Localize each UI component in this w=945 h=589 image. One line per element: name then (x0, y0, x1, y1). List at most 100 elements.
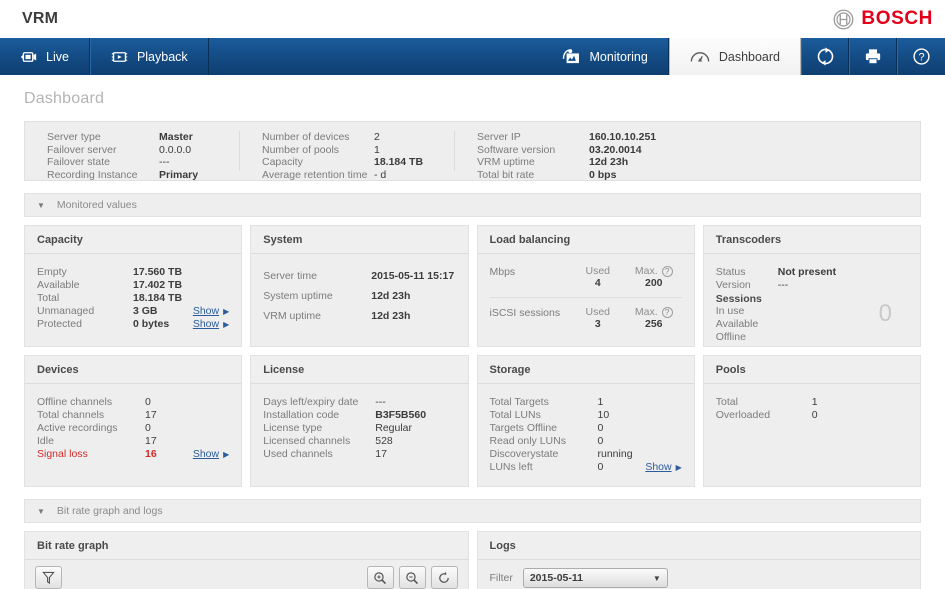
show-luns-left-link[interactable]: Show ▶ (645, 461, 681, 474)
summary-key: Server IP (477, 131, 521, 143)
license-row-used-channels: Used channels 17 (263, 448, 455, 461)
arrow-right-icon: ▶ (223, 320, 230, 329)
section-header-bitrate-and-logs[interactable]: ▼ Bit rate graph and logs (24, 499, 921, 523)
card-body: Offline channels 0 Total channels 17 Act… (25, 384, 241, 486)
card-title: Devices (25, 356, 242, 384)
playback-icon (111, 51, 128, 63)
chevron-down-icon: ▼ (37, 506, 45, 516)
section-title: Monitored values (56, 199, 137, 211)
refresh-button[interactable] (801, 38, 849, 75)
row-key: Overloaded (715, 409, 771, 421)
summary-value: - d (374, 168, 387, 181)
summary-key: Recording Instance (47, 168, 138, 181)
summary-value: --- (159, 156, 170, 169)
chevron-down-icon: ▼ (652, 573, 661, 583)
summary-key: Capacity (262, 156, 303, 169)
row-value: 0 (145, 422, 151, 434)
devices-row-idle: Idle 17 (37, 435, 229, 448)
row-key: Protected (37, 318, 82, 330)
row-value: 0 (811, 409, 818, 421)
bitrate-zoom-in-button[interactable] (366, 566, 394, 589)
help-icon[interactable]: ? (661, 306, 673, 318)
row-value: 528 (375, 435, 393, 447)
bosch-mark-icon (833, 9, 854, 30)
row-key: In use (715, 305, 745, 317)
capacity-row-available: Available 17.402 TB (37, 279, 229, 292)
row-value: 0 (597, 461, 604, 473)
filter-funnel-icon (42, 571, 55, 585)
card-title: Load balancing (477, 226, 694, 254)
summary-row: VRM uptime 12d 23h (477, 156, 898, 169)
show-signal-loss-link[interactable]: Show ▶ (193, 448, 229, 461)
print-button[interactable] (849, 38, 897, 75)
bitrate-filter-button[interactable] (35, 566, 62, 589)
help-button[interactable]: ? (897, 38, 945, 75)
summary-value: 1 (374, 143, 380, 156)
card-body: Total Targets 1 Total LUNs 10 Targets Of… (478, 384, 694, 486)
load-balancing-row-mbps: Mbps Used 4 Max. ? 200 (490, 263, 682, 295)
devices-row-offline-channels: Offline channels 0 (37, 396, 229, 409)
bitrate-zoom-out-button[interactable] (398, 566, 426, 589)
summary-row: Software version 03.20.0014 (477, 144, 898, 157)
nav-item-monitoring[interactable]: Monitoring (542, 38, 669, 75)
arrow-right-icon: ▶ (675, 463, 682, 472)
live-camera-icon (20, 51, 37, 63)
summary-key: Number of pools (262, 143, 340, 156)
license-row-licensed-channels: Licensed channels 528 (263, 435, 455, 448)
row-value: 16 (145, 448, 157, 460)
reset-icon (437, 571, 451, 585)
summary-key: Software version (477, 143, 556, 156)
row-key: Offline channels (37, 396, 113, 408)
summary-value: 2 (374, 131, 380, 143)
printer-icon (864, 48, 882, 65)
summary-value: 0 bps (589, 168, 617, 181)
devices-row-signal-loss: Signal loss 16 Show ▶ (37, 448, 229, 461)
server-summary-bar: Server type Master Failover server 0.0.0… (24, 121, 921, 181)
bitrate-reset-button[interactable] (430, 566, 458, 589)
row-value: 1 (597, 396, 604, 408)
row-key: Used channels (263, 448, 333, 460)
system-row-system-uptime: System uptime 12d 23h (263, 286, 455, 306)
help-icon[interactable]: ? (661, 265, 673, 277)
transcoders-row-status: Status Not present (716, 266, 908, 279)
row-value: --- (375, 396, 386, 408)
row-key: Total (715, 396, 738, 408)
show-protected-link[interactable]: Show ▶ (193, 318, 229, 331)
row-value: 17.402 TB (133, 279, 183, 291)
summary-row: Server type Master (47, 131, 217, 144)
nav-item-live[interactable]: Live (0, 38, 90, 75)
used-column: Used 3 (570, 306, 626, 330)
nav-right-group: Monitoring Dashboard ? (542, 38, 945, 75)
summary-key: Number of devices (262, 131, 350, 143)
section-header-monitored-values[interactable]: ▼ Monitored values (24, 193, 921, 217)
pools-row-total: Total 1 (716, 396, 908, 409)
card-title: Bit rate graph (25, 532, 468, 560)
row-value: 0 bytes (133, 318, 170, 330)
summary-key: Total bit rate (477, 168, 535, 181)
column-header: Max. ? (626, 265, 682, 277)
summary-key: Average retention time (262, 168, 368, 181)
show-unmanaged-link[interactable]: Show ▶ (193, 305, 229, 318)
row-key: iSCSI sessions (489, 307, 561, 319)
row-key: Server time (263, 270, 317, 282)
capacity-row-unmanaged: Unmanaged 3 GB Show ▶ (37, 305, 229, 318)
card-body: Total 1 Overloaded 0 (704, 384, 920, 486)
refresh-icon (816, 47, 835, 66)
transcoders-row-offline: Offline (716, 331, 908, 344)
logs-filter-select[interactable]: 2015-05-11 ▼ (522, 568, 668, 588)
card-logs: Logs Filter 2015-05-11 ▼ (476, 531, 921, 589)
summary-column-network: Server IP 160.10.10.251 Software version… (455, 131, 920, 181)
row-key: Empty (37, 266, 67, 278)
nav-item-dashboard[interactable]: Dashboard (668, 38, 801, 75)
summary-value: 18.184 TB (374, 156, 424, 169)
bosch-wordmark: BOSCH (861, 8, 933, 29)
summary-row: Server IP 160.10.10.251 (477, 131, 898, 144)
pools-row-overloaded: Overloaded 0 (716, 409, 908, 422)
summary-row: Number of devices 2 (262, 131, 432, 144)
brand-bar: VRM BOSCH (0, 0, 945, 38)
nav-item-playback[interactable]: Playback (89, 38, 209, 75)
row-value: 1 (811, 396, 818, 408)
summary-value: 03.20.0014 (589, 143, 642, 156)
row-key: Read only LUNs (489, 435, 566, 447)
